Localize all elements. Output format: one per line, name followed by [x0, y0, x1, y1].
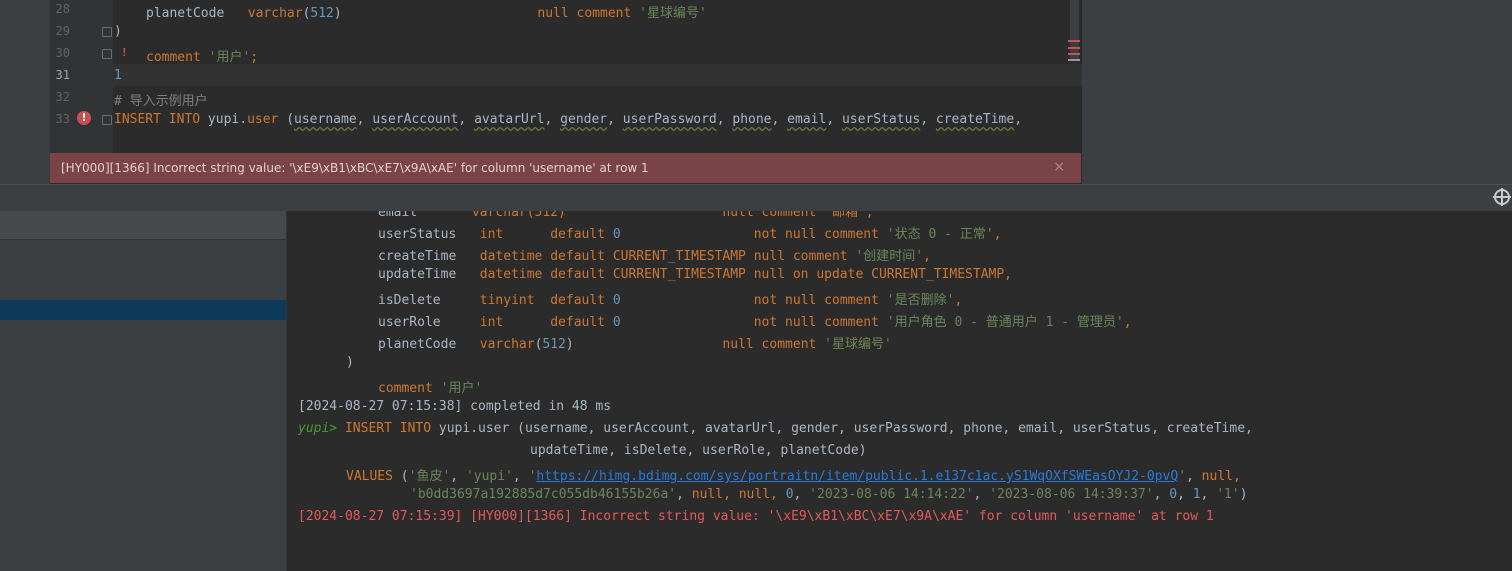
console-line: isDelete tinyint default 0 not null comm… — [378, 293, 963, 308]
console-line: yupi> INSERT INTO yupi.user (username, u… — [298, 421, 1253, 436]
error-stripe-mark[interactable] — [1068, 53, 1080, 55]
current-line-highlight — [113, 64, 1082, 86]
code-line-31: 1 — [114, 68, 122, 83]
ide-left-strip — [0, 0, 50, 184]
selected-session-item[interactable] — [0, 300, 286, 320]
services-panel-header — [0, 211, 286, 240]
console-line: comment '用户' — [378, 381, 483, 396]
sql-editor[interactable]: 28 29 30 31 32 33 ! ! planetCode varchar… — [50, 0, 1082, 153]
console-line: updateTime datetime default CURRENT_TIME… — [378, 267, 1012, 282]
fold-icon[interactable] — [102, 49, 112, 59]
fold-icon[interactable] — [102, 115, 112, 125]
line-number: 31 — [55, 68, 70, 82]
console-prompt: yupi> — [298, 421, 338, 436]
console-line: planetCode varchar(512) null comment '星球… — [378, 337, 892, 352]
error-icon[interactable]: ! — [77, 111, 91, 125]
fold-icon[interactable] — [102, 27, 112, 37]
code-line-32: # 导入示例用户 — [114, 94, 208, 109]
code-line-30: comment '用户'; — [146, 50, 259, 65]
line-number: 30 — [55, 46, 70, 60]
console-line: email varchar(512) null comment '邮箱', — [378, 211, 874, 220]
error-message: [HY000][1366] Incorrect string value: '\… — [61, 161, 649, 175]
console-error-line: [2024-08-27 07:15:39] [HY000][1366] Inco… — [298, 509, 1214, 524]
error-stripe-mark[interactable] — [1068, 40, 1080, 42]
stripe-mark[interactable] — [1068, 59, 1080, 61]
console-toolbar — [0, 184, 1512, 212]
editor-right-area — [1082, 0, 1512, 184]
line-number: 32 — [55, 90, 70, 104]
error-banner: [HY000][1366] Incorrect string value: '\… — [50, 153, 1081, 183]
error-stripe-mark[interactable] — [1068, 47, 1080, 49]
console-line: userStatus int default 0 not null commen… — [378, 227, 1002, 242]
crosshair-icon[interactable] — [1493, 188, 1511, 206]
console-line: ) — [346, 355, 354, 370]
console-line: userRole int default 0 not null comment … — [378, 315, 1132, 330]
warning-bulb-icon[interactable]: ! — [121, 46, 128, 59]
console-line: VALUES ('鱼皮', 'yupi', 'https://himg.bdim… — [346, 469, 1241, 484]
line-number: 28 — [55, 2, 70, 16]
close-icon[interactable]: × — [1053, 159, 1065, 175]
console-line: createTime datetime default CURRENT_TIME… — [378, 249, 931, 264]
editor-scrollbar[interactable] — [1070, 0, 1079, 60]
console-output[interactable]: email varchar(512) null comment '邮箱', us… — [287, 211, 1512, 571]
console-completed-line: [2024-08-27 07:15:38] completed in 48 ms — [298, 399, 612, 414]
avatar-url-link[interactable]: https://himg.bdimg.com/sys/portraitn/ite… — [536, 469, 1178, 484]
line-number: 29 — [55, 24, 70, 38]
code-line-33: INSERT INTO yupi.user (username, userAcc… — [114, 112, 1023, 127]
services-panel — [0, 211, 287, 571]
code-line-28: planetCode varchar(512) null comment '星球… — [146, 6, 707, 21]
console-line: updateTime, isDelete, userRole, planetCo… — [530, 443, 867, 458]
code-line-29: ) — [114, 24, 122, 39]
line-number: 33 — [55, 112, 70, 126]
console-line: 'b0dd3697a192885d7c055db46155b26a', null… — [410, 487, 1248, 502]
